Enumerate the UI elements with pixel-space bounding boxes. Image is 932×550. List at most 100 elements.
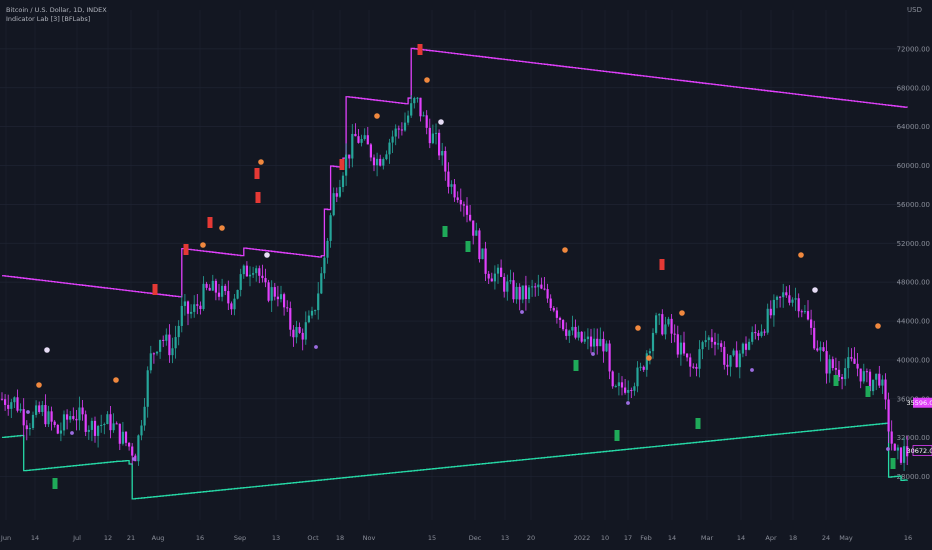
candle-body [751,332,754,342]
candle-body [372,157,376,166]
candle-body [410,103,413,116]
candle-body [642,366,645,370]
candle-body [676,334,679,355]
candle-body [664,324,667,335]
candle-body [180,305,183,326]
candle-body [748,341,751,350]
candle-body [785,292,788,296]
candle-body [196,304,199,306]
candle-body [22,409,25,426]
purple-drop-marker [70,431,74,435]
x-tick-label: 24 [822,534,830,542]
candle-body [242,265,245,275]
candle-body [803,311,806,313]
candle-body [558,317,562,320]
candle-body [438,132,441,156]
orange-signal-dot [635,325,641,331]
y-tick-label: 60000.00 [897,162,930,170]
y-tick-label: 32000.00 [897,434,930,442]
candle-body [766,308,769,333]
candle-body [754,332,757,334]
buy-signal-marker [695,418,701,429]
candle-body [506,281,509,292]
x-tick-label: 18 [789,534,797,542]
candle-body [757,333,760,336]
candle-body [286,307,289,309]
candle-body [593,338,596,347]
buy-signal-marker [865,386,871,397]
candle-body [878,373,881,386]
orange-signal-dot [875,323,881,329]
candle-body [720,343,723,347]
candle-body [239,274,242,290]
candle-body [586,336,589,340]
candle-body [69,416,72,420]
candle-body [248,274,252,277]
y-tick-label: 72000.00 [897,45,930,53]
candle-body [599,338,602,347]
orange-signal-dot [113,377,119,383]
chart-background [0,0,932,550]
candle-body [903,446,906,463]
candle-body [769,308,772,316]
candle-body [425,115,428,128]
candle-body [524,285,527,300]
candle-body [403,122,407,131]
sell-signal-marker [207,217,213,228]
candle-body [112,423,115,431]
candle-body [627,389,630,393]
y-tick-label: 56000.00 [897,201,930,209]
buy-signal-marker [614,430,620,441]
orange-signal-dot [646,355,652,361]
candle-body [825,351,828,374]
x-tick-label: Apr [765,534,777,542]
candle-body [10,402,13,409]
currency-label: USD [907,6,922,14]
x-tick-label: 12 [104,534,112,542]
candle-body [413,98,416,104]
candle-body [583,339,586,342]
candle-body [255,268,258,274]
candle-body [124,431,128,443]
candle-body [416,97,419,99]
candle-body [106,414,109,425]
candle-body [881,379,884,386]
orange-signal-dot [562,247,568,253]
candle-body [717,343,720,345]
candle-body [301,332,304,340]
candle-body [394,128,397,137]
candle-body [13,397,16,403]
candle-body [509,280,512,282]
candle-body [264,278,267,283]
candle-body [651,332,655,352]
y-tick-label: 52000.00 [897,240,930,248]
candle-body [7,404,10,409]
candle-body [816,348,819,351]
candle-body [354,133,357,137]
candle-body [686,353,689,358]
y-tick-label: 64000.00 [897,123,930,131]
candle-body [469,214,472,221]
candle-body [97,425,100,436]
orange-signal-dot [219,225,225,231]
candle-body [307,315,310,323]
candle-body [78,407,81,421]
candle-body [279,294,283,300]
buy-signal-marker [442,226,448,237]
x-tick-label: 18 [336,534,344,542]
candle-body [847,357,850,369]
candle-body [137,435,140,462]
candle-body [893,443,896,451]
candle-body [382,159,385,166]
candle-body [341,175,345,188]
candle-body [87,429,90,432]
candle-body [369,144,372,158]
candle-body [614,386,617,388]
candle-body [540,284,543,289]
candle-body [431,133,434,144]
candle-body [543,288,546,290]
candle-body [56,424,59,434]
candle-body [276,296,279,300]
candle-body [788,295,791,303]
price-chart[interactable]: 72000.00 68000.00 64000.00 60000.00 56000.00… [0,0,932,550]
